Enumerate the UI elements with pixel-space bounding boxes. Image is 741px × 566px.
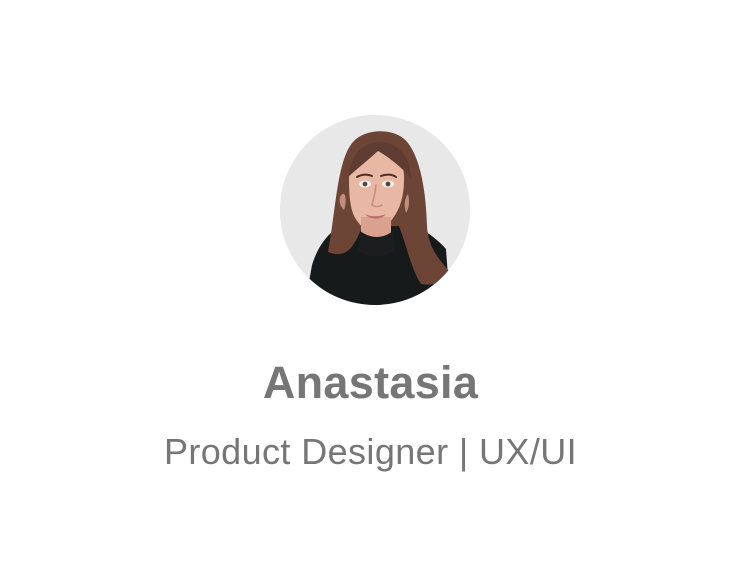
profile-name: Anastasia xyxy=(262,357,479,408)
profile-card: Anastasia Product Designer | UX/UI xyxy=(0,0,741,566)
avatar-photo xyxy=(280,115,470,305)
avatar[interactable] xyxy=(280,115,470,305)
profile-role: Product Designer | UX/UI xyxy=(163,431,578,472)
